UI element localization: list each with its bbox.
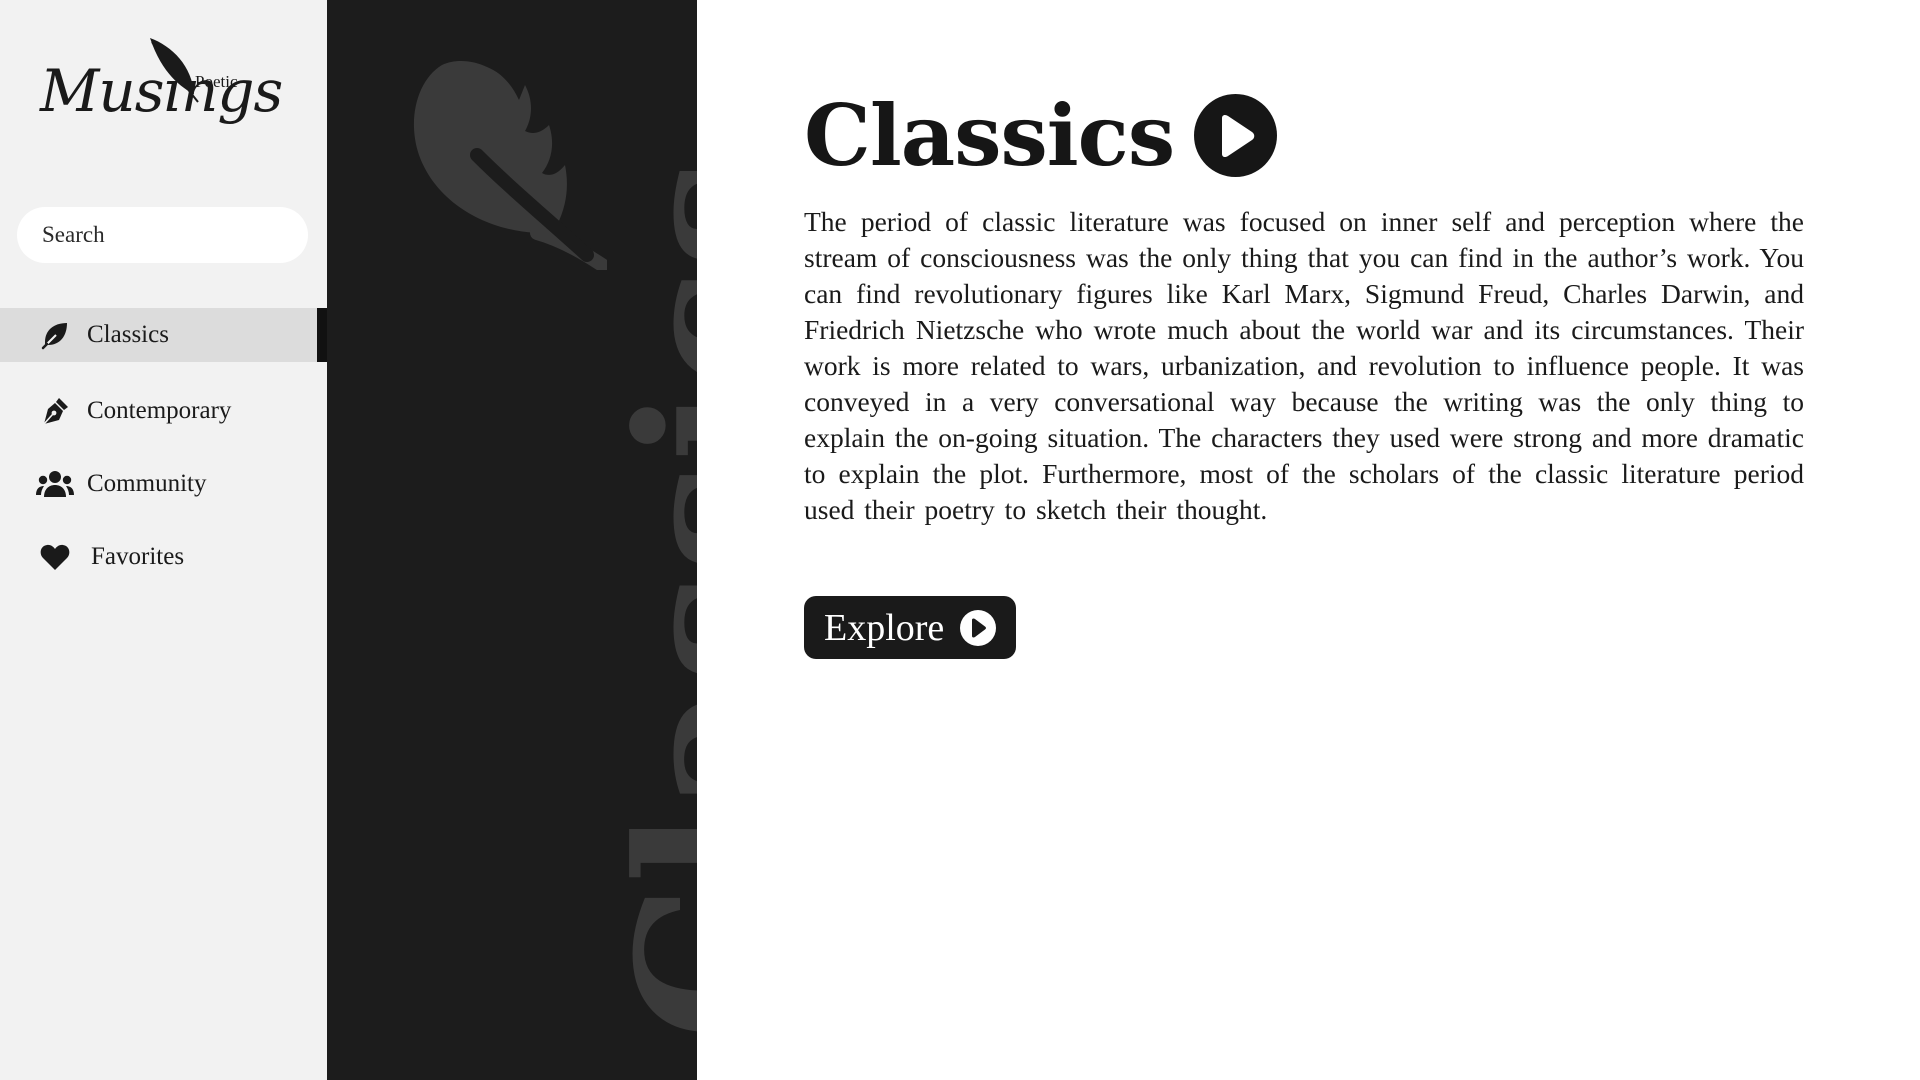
- title-row: Classics: [804, 85, 1278, 185]
- app-root: Poetic Musings Cl: [0, 0, 1920, 1080]
- page-title: Classics: [804, 85, 1175, 185]
- play-circle-icon[interactable]: [1194, 94, 1278, 177]
- sidebar-item-contemporary[interactable]: Contemporary: [0, 384, 327, 438]
- sidebar-item-favorites[interactable]: Favorites: [0, 530, 327, 584]
- sidebar-item-label: Community: [87, 470, 207, 497]
- main-content: Classics The period of classic literatur…: [697, 0, 1920, 1080]
- explore-button-label: Explore: [824, 606, 945, 649]
- quill-feather-icon: [36, 319, 74, 351]
- users-icon: [36, 468, 74, 500]
- sidebar-item-community[interactable]: Community: [0, 457, 327, 511]
- heart-icon: [36, 541, 74, 573]
- category-description: The period of classic literature was foc…: [804, 206, 1804, 525]
- sidebar-item-label: Favorites: [91, 543, 185, 570]
- category-banner: Classics: [327, 0, 697, 1080]
- brand-large-text: Musings: [40, 57, 283, 125]
- brand-logo[interactable]: Poetic Musings: [40, 36, 283, 156]
- explore-button[interactable]: Explore: [804, 596, 1017, 659]
- sidebar-item-classics[interactable]: Classics: [0, 308, 327, 362]
- play-circle-icon: [960, 609, 997, 646]
- sidebar-item-label: Contemporary: [87, 397, 232, 424]
- quill-feather-icon: [413, 61, 607, 270]
- sidebar: Poetic Musings Cl: [0, 0, 359, 1080]
- banner-category-word: Classics: [595, 157, 697, 1040]
- pen-nib-icon: [36, 395, 74, 427]
- sidebar-item-label: Classics: [87, 321, 169, 348]
- search-bar: [17, 207, 359, 263]
- search-input[interactable]: [42, 222, 331, 248]
